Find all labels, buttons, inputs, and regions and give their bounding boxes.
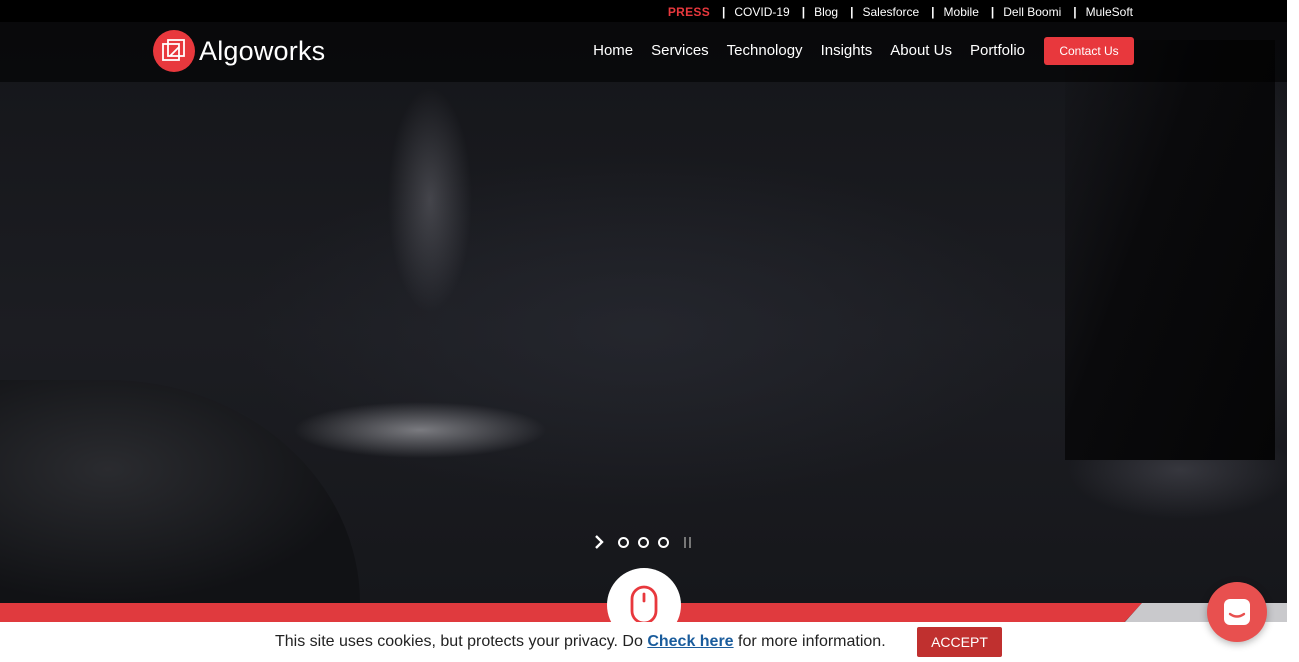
utility-link-mobile[interactable]: Mobile xyxy=(944,5,979,19)
separator: | xyxy=(1073,5,1077,19)
utility-link-mulesoft[interactable]: MuleSoft xyxy=(1086,5,1133,19)
cookie-message: This site uses cookies, but protects you… xyxy=(275,633,886,651)
utility-link-covid[interactable]: COVID-19 xyxy=(734,5,789,19)
separator: | xyxy=(931,5,935,19)
slider-controls xyxy=(594,534,694,550)
slider-dot-3[interactable] xyxy=(658,536,669,548)
logo-text: Algoworks xyxy=(199,35,326,66)
cookie-text-after: for more information. xyxy=(738,633,886,650)
hero-rock-right xyxy=(1065,40,1275,460)
check-here-link[interactable]: Check here xyxy=(647,633,733,650)
chat-icon xyxy=(1224,599,1250,625)
hero-rock-left xyxy=(0,380,360,603)
red-band xyxy=(0,603,1142,623)
page-scrollbar[interactable] xyxy=(1287,0,1299,662)
pause-icon[interactable] xyxy=(684,536,694,548)
utility-link-blog[interactable]: Blog xyxy=(814,5,838,19)
mouse-icon xyxy=(630,585,658,625)
hero-background xyxy=(0,0,1287,603)
press-link[interactable]: PRESS xyxy=(668,5,710,19)
nav-services[interactable]: Services xyxy=(651,42,709,59)
separator: | xyxy=(850,5,854,19)
utility-links: PRESS | COVID-19 | Blog | Salesforce | M… xyxy=(668,5,1133,19)
slider-dot-1[interactable] xyxy=(618,536,629,548)
contact-us-button[interactable]: Contact Us xyxy=(1044,37,1134,65)
nav-insights[interactable]: Insights xyxy=(821,42,873,59)
logo[interactable]: Algoworks xyxy=(153,30,325,72)
chevron-right-icon[interactable] xyxy=(594,534,608,550)
nav-about-us[interactable]: About Us xyxy=(890,42,952,59)
nav-portfolio[interactable]: Portfolio xyxy=(970,42,1025,59)
separator: | xyxy=(990,5,995,19)
algoworks-logo-icon xyxy=(153,30,195,72)
cookie-bar: This site uses cookies, but protects you… xyxy=(0,622,1287,662)
separator: | xyxy=(722,5,726,19)
utility-bar: PRESS | COVID-19 | Blog | Salesforce | M… xyxy=(0,0,1287,22)
separator: | xyxy=(801,5,806,19)
utility-link-dell-boomi[interactable]: Dell Boomi xyxy=(1003,5,1061,19)
accept-cookies-button[interactable]: ACCEPT xyxy=(917,627,1002,657)
nav-technology[interactable]: Technology xyxy=(727,42,803,59)
slider-dot-2[interactable] xyxy=(638,536,649,548)
cookie-text-before: This site uses cookies, but protects you… xyxy=(275,633,643,650)
nav-home[interactable]: Home xyxy=(593,42,633,59)
utility-link-salesforce[interactable]: Salesforce xyxy=(862,5,919,19)
main-nav: Home Services Technology Insights About … xyxy=(575,42,1025,59)
chat-launcher-button[interactable] xyxy=(1207,582,1267,642)
main-header: Algoworks Home Services Technology Insig… xyxy=(0,22,1287,82)
